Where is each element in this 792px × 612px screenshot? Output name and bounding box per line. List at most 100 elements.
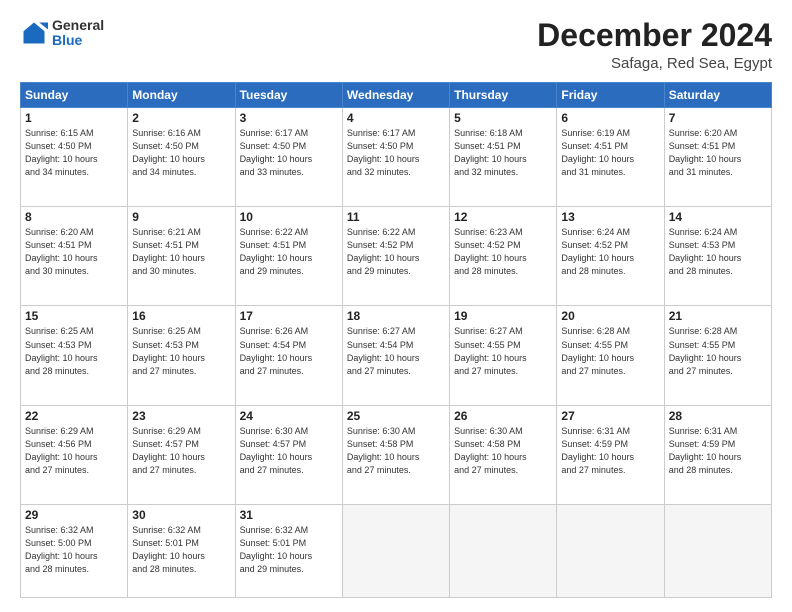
day-detail: Sunrise: 6:30 AM Sunset: 4:58 PM Dayligh… — [454, 425, 552, 477]
day-number: 1 — [25, 111, 123, 125]
day-number: 6 — [561, 111, 659, 125]
day-number: 22 — [25, 409, 123, 423]
day-detail: Sunrise: 6:17 AM Sunset: 4:50 PM Dayligh… — [240, 127, 338, 179]
calendar-week-3: 15Sunrise: 6:25 AM Sunset: 4:53 PM Dayli… — [21, 306, 772, 405]
day-number: 12 — [454, 210, 552, 224]
calendar-cell: 4 Sunrise: 6:17 AM Sunset: 4:50 PM Daylig… — [342, 108, 449, 207]
calendar-cell — [342, 504, 449, 597]
day-detail: Sunrise: 6:16 AM Sunset: 4:50 PM Dayligh… — [132, 127, 230, 179]
day-number: 3 — [240, 111, 338, 125]
day-detail: Sunrise: 6:22 AM Sunset: 4:51 PM Dayligh… — [240, 226, 338, 278]
day-header-sunday: Sunday — [21, 83, 128, 108]
calendar-cell — [557, 504, 664, 597]
day-detail: Sunrise: 6:25 AM Sunset: 4:53 PM Dayligh… — [132, 325, 230, 377]
location: Safaga, Red Sea, Egypt — [537, 55, 772, 72]
day-detail: Sunrise: 6:23 AM Sunset: 4:52 PM Dayligh… — [454, 226, 552, 278]
day-number: 2 — [132, 111, 230, 125]
day-detail: Sunrise: 6:17 AM Sunset: 4:50 PM Dayligh… — [347, 127, 445, 179]
calendar-cell: 19 Sunrise: 6:27 AM Sunset: 4:55 PM Dayli… — [450, 306, 557, 405]
title-section: December 2024 Safaga, Red Sea, Egypt — [537, 18, 772, 72]
day-detail: Sunrise: 6:29 AM Sunset: 4:57 PM Dayligh… — [132, 425, 230, 477]
day-number: 25 — [347, 409, 445, 423]
day-number: 27 — [561, 409, 659, 423]
calendar-cell: 20Sunrise: 6:28 AM Sunset: 4:55 PM Dayli… — [557, 306, 664, 405]
day-number: 26 — [454, 409, 552, 423]
day-number: 23 — [132, 409, 230, 423]
calendar-cell: 27Sunrise: 6:31 AM Sunset: 4:59 PM Dayli… — [557, 405, 664, 504]
calendar-cell: 12 Sunrise: 6:23 AM Sunset: 4:52 PM Dayli… — [450, 207, 557, 306]
day-number: 14 — [669, 210, 767, 224]
day-number: 24 — [240, 409, 338, 423]
day-number: 7 — [669, 111, 767, 125]
month-title: December 2024 — [537, 18, 772, 53]
day-number: 11 — [347, 210, 445, 224]
calendar-cell: 31Sunrise: 6:32 AM Sunset: 5:01 PM Dayli… — [235, 504, 342, 597]
calendar-cell: 17Sunrise: 6:26 AM Sunset: 4:54 PM Dayli… — [235, 306, 342, 405]
calendar-header-row: SundayMondayTuesdayWednesdayThursdayFrid… — [21, 83, 772, 108]
calendar-week-2: 8Sunrise: 6:20 AM Sunset: 4:51 PM Daylig… — [21, 207, 772, 306]
calendar-cell: 9 Sunrise: 6:21 AM Sunset: 4:51 PM Daylig… — [128, 207, 235, 306]
day-number: 13 — [561, 210, 659, 224]
calendar-cell: 22Sunrise: 6:29 AM Sunset: 4:56 PM Dayli… — [21, 405, 128, 504]
day-detail: Sunrise: 6:31 AM Sunset: 4:59 PM Dayligh… — [669, 425, 767, 477]
day-number: 30 — [132, 508, 230, 522]
calendar-cell: 28 Sunrise: 6:31 AM Sunset: 4:59 PM Dayli… — [664, 405, 771, 504]
calendar-cell: 26 Sunrise: 6:30 AM Sunset: 4:58 PM Dayli… — [450, 405, 557, 504]
day-detail: Sunrise: 6:30 AM Sunset: 4:57 PM Dayligh… — [240, 425, 338, 477]
day-number: 4 — [347, 111, 445, 125]
day-number: 9 — [132, 210, 230, 224]
day-number: 18 — [347, 309, 445, 323]
day-header-wednesday: Wednesday — [342, 83, 449, 108]
day-detail: Sunrise: 6:27 AM Sunset: 4:54 PM Dayligh… — [347, 325, 445, 377]
day-number: 21 — [669, 309, 767, 323]
day-detail: Sunrise: 6:27 AM Sunset: 4:55 PM Dayligh… — [454, 325, 552, 377]
day-header-thursday: Thursday — [450, 83, 557, 108]
day-detail: Sunrise: 6:30 AM Sunset: 4:58 PM Dayligh… — [347, 425, 445, 477]
calendar-cell: 14 Sunrise: 6:24 AM Sunset: 4:53 PM Dayli… — [664, 207, 771, 306]
calendar-cell: 15Sunrise: 6:25 AM Sunset: 4:53 PM Dayli… — [21, 306, 128, 405]
calendar-cell: 10Sunrise: 6:22 AM Sunset: 4:51 PM Dayli… — [235, 207, 342, 306]
page: General Blue December 2024 Safaga, Red S… — [0, 0, 792, 612]
day-detail: Sunrise: 6:32 AM Sunset: 5:01 PM Dayligh… — [132, 524, 230, 576]
day-header-tuesday: Tuesday — [235, 83, 342, 108]
calendar-table: SundayMondayTuesdayWednesdayThursdayFrid… — [20, 82, 772, 598]
calendar-cell: 2 Sunrise: 6:16 AM Sunset: 4:50 PM Daylig… — [128, 108, 235, 207]
day-detail: Sunrise: 6:24 AM Sunset: 4:52 PM Dayligh… — [561, 226, 659, 278]
calendar-cell: 8Sunrise: 6:20 AM Sunset: 4:51 PM Daylig… — [21, 207, 128, 306]
logo-icon — [20, 19, 48, 47]
day-number: 28 — [669, 409, 767, 423]
logo: General Blue — [20, 18, 104, 49]
calendar-cell: 16 Sunrise: 6:25 AM Sunset: 4:53 PM Dayli… — [128, 306, 235, 405]
calendar-cell: 24 Sunrise: 6:30 AM Sunset: 4:57 PM Dayli… — [235, 405, 342, 504]
calendar-cell: 21Sunrise: 6:28 AM Sunset: 4:55 PM Dayli… — [664, 306, 771, 405]
calendar-cell: 6Sunrise: 6:19 AM Sunset: 4:51 PM Daylig… — [557, 108, 664, 207]
day-number: 29 — [25, 508, 123, 522]
calendar-cell: 3 Sunrise: 6:17 AM Sunset: 4:50 PM Daylig… — [235, 108, 342, 207]
header: General Blue December 2024 Safaga, Red S… — [20, 18, 772, 72]
day-number: 19 — [454, 309, 552, 323]
calendar-week-4: 22Sunrise: 6:29 AM Sunset: 4:56 PM Dayli… — [21, 405, 772, 504]
calendar-cell: 30 Sunrise: 6:32 AM Sunset: 5:01 PM Dayli… — [128, 504, 235, 597]
calendar-cell: 13 Sunrise: 6:24 AM Sunset: 4:52 PM Dayli… — [557, 207, 664, 306]
day-detail: Sunrise: 6:24 AM Sunset: 4:53 PM Dayligh… — [669, 226, 767, 278]
day-detail: Sunrise: 6:20 AM Sunset: 4:51 PM Dayligh… — [25, 226, 123, 278]
day-number: 31 — [240, 508, 338, 522]
calendar-cell: 18 Sunrise: 6:27 AM Sunset: 4:54 PM Dayli… — [342, 306, 449, 405]
day-detail: Sunrise: 6:21 AM Sunset: 4:51 PM Dayligh… — [132, 226, 230, 278]
calendar-cell: 29Sunrise: 6:32 AM Sunset: 5:00 PM Dayli… — [21, 504, 128, 597]
day-header-saturday: Saturday — [664, 83, 771, 108]
day-header-monday: Monday — [128, 83, 235, 108]
calendar-cell: 23 Sunrise: 6:29 AM Sunset: 4:57 PM Dayli… — [128, 405, 235, 504]
calendar-cell: 7 Sunrise: 6:20 AM Sunset: 4:51 PM Daylig… — [664, 108, 771, 207]
logo-blue-text: Blue — [52, 33, 104, 48]
day-number: 5 — [454, 111, 552, 125]
day-detail: Sunrise: 6:28 AM Sunset: 4:55 PM Dayligh… — [561, 325, 659, 377]
day-detail: Sunrise: 6:20 AM Sunset: 4:51 PM Dayligh… — [669, 127, 767, 179]
day-detail: Sunrise: 6:18 AM Sunset: 4:51 PM Dayligh… — [454, 127, 552, 179]
logo-text: General Blue — [52, 18, 104, 49]
calendar-cell: 5 Sunrise: 6:18 AM Sunset: 4:51 PM Daylig… — [450, 108, 557, 207]
calendar-cell — [664, 504, 771, 597]
calendar-body: 1Sunrise: 6:15 AM Sunset: 4:50 PM Daylig… — [21, 108, 772, 598]
day-number: 16 — [132, 309, 230, 323]
day-number: 17 — [240, 309, 338, 323]
